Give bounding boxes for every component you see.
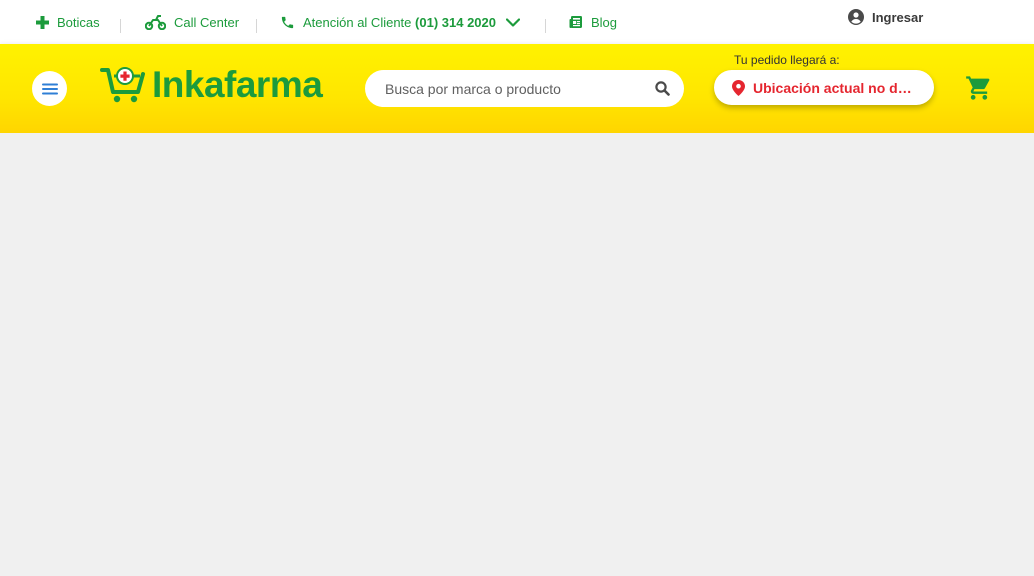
customer-service-label: Atención al Cliente (01) 314 2020 [303, 15, 496, 30]
location-pin-icon [732, 79, 745, 96]
chevron-down-icon[interactable] [505, 17, 520, 27]
login-label: Ingresar [872, 9, 924, 25]
boticas-link[interactable]: Boticas [36, 0, 100, 44]
cart-cross-logo-icon [100, 67, 145, 103]
boticas-label: Boticas [57, 14, 100, 30]
main-header: Inkafarma Tu pedido llegará a: Ubicación… [0, 44, 1034, 133]
call-center-link[interactable]: Call Center [145, 0, 239, 44]
customer-service-link[interactable]: Atención al Cliente (01) 314 2020 [280, 0, 520, 44]
customer-service-prefix: Atención al Cliente [303, 14, 412, 30]
customer-service-phone: (01) 314 2020 [415, 14, 496, 30]
cross-icon [36, 15, 49, 29]
delivery-label: Tu pedido llegará a: [734, 53, 840, 67]
phone-icon [281, 16, 294, 28]
blog-label: Blog [591, 14, 618, 30]
user-circle-icon [848, 9, 864, 25]
logo[interactable]: Inkafarma [100, 63, 323, 105]
logo-text: Inkafarma [152, 63, 323, 105]
hamburger-icon [41, 83, 58, 94]
search-icon[interactable] [655, 81, 670, 96]
motorcycle-icon [145, 14, 166, 30]
login-button[interactable]: Ingresar [848, 0, 923, 39]
top-bar: Boticas Call Center Atención al Cliente … [0, 0, 1034, 44]
location-text: Ubicación actual no disponible [753, 79, 913, 96]
cart-icon [966, 76, 990, 100]
divider [256, 19, 257, 33]
divider [545, 19, 546, 33]
newspaper-icon [569, 16, 582, 28]
menu-button[interactable] [32, 71, 67, 106]
call-center-label: Call Center [174, 14, 240, 30]
search-input[interactable] [385, 80, 655, 97]
search-bar [365, 70, 684, 107]
location-selector[interactable]: Ubicación actual no disponible [714, 70, 934, 105]
cart-button[interactable] [965, 74, 993, 107]
page-content [0, 133, 1034, 576]
blog-link[interactable]: Blog [569, 0, 617, 44]
divider [120, 19, 121, 33]
